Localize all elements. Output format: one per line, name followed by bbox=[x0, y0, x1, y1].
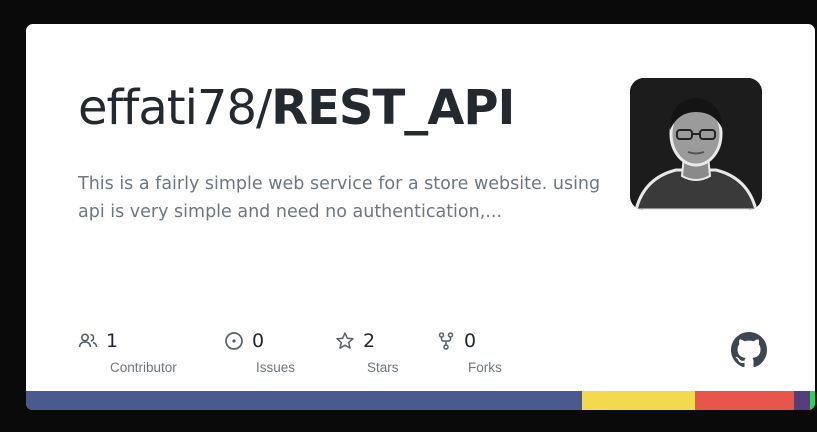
star-icon bbox=[335, 331, 355, 351]
language-bar-segment bbox=[695, 391, 794, 410]
repo-card[interactable]: effati78/REST_API This is a fairly simpl… bbox=[26, 24, 815, 410]
avatar-image bbox=[630, 78, 762, 210]
stat-stars[interactable]: 2 Stars bbox=[335, 328, 399, 375]
people-icon bbox=[78, 331, 98, 351]
language-bar-segment bbox=[793, 391, 811, 410]
stat-value: 1 bbox=[106, 330, 119, 352]
stat-value: 0 bbox=[464, 330, 477, 352]
repo-name: REST_API bbox=[271, 80, 515, 136]
language-bar bbox=[26, 391, 815, 410]
stat-forks[interactable]: 0 Forks bbox=[436, 328, 502, 375]
stat-value: 0 bbox=[252, 330, 265, 352]
fork-icon bbox=[436, 331, 456, 351]
stat-issues[interactable]: 0 Issues bbox=[224, 328, 295, 375]
repo-description: This is a fairly simple web service for … bbox=[78, 174, 601, 222]
language-bar-segment bbox=[582, 391, 696, 410]
avatar[interactable] bbox=[630, 78, 762, 210]
github-icon[interactable] bbox=[731, 332, 767, 368]
stat-contributors[interactable]: 1 Contributor bbox=[78, 328, 177, 375]
stat-label: Forks bbox=[468, 360, 502, 375]
stat-label: Contributor bbox=[110, 360, 177, 375]
stat-label: Issues bbox=[256, 360, 296, 375]
language-bar-segment bbox=[810, 391, 815, 410]
issue-icon bbox=[224, 331, 244, 351]
stat-value: 2 bbox=[363, 330, 376, 352]
stat-label: Stars bbox=[367, 360, 399, 375]
language-bar-segment bbox=[26, 391, 583, 410]
repo-title[interactable]: effati78/REST_API bbox=[78, 80, 515, 136]
repo-owner: effati78/ bbox=[78, 80, 272, 136]
